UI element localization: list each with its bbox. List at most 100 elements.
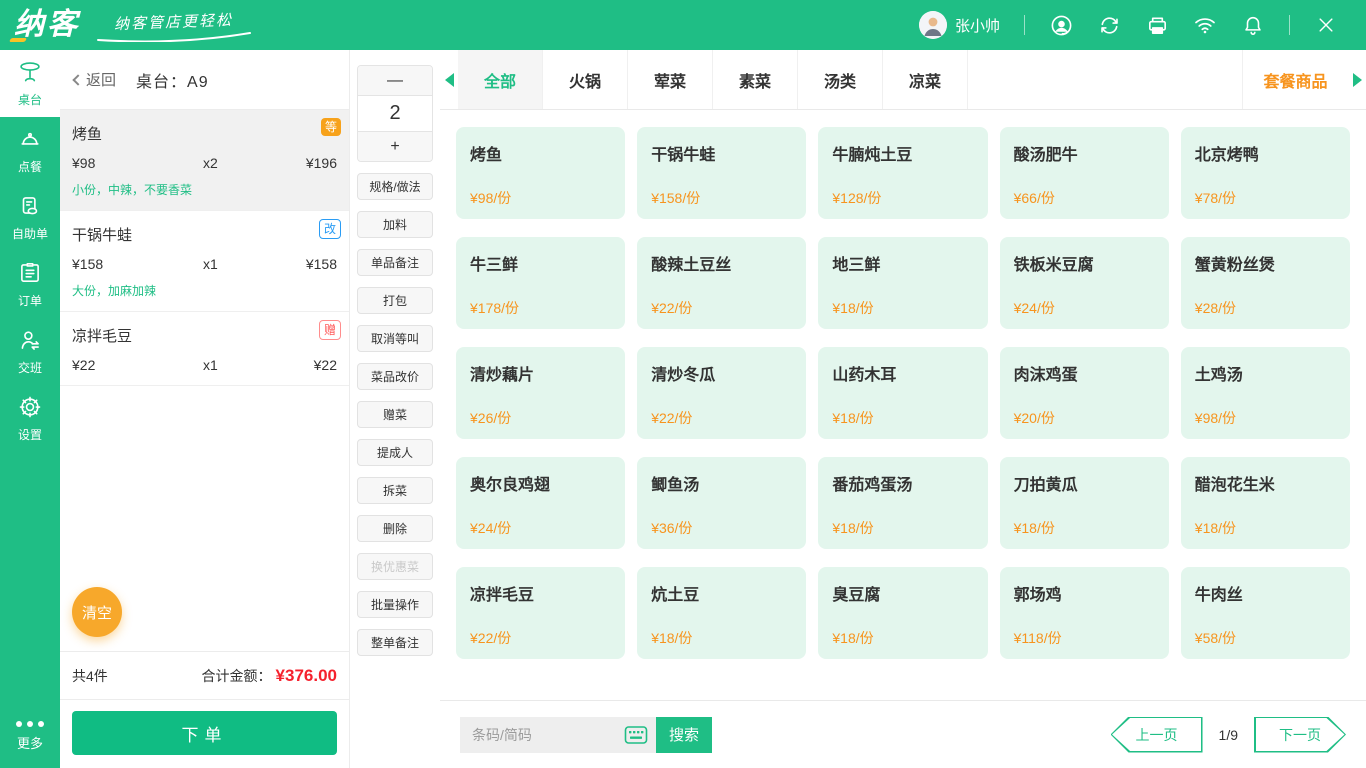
dish-card[interactable]: 凉拌毛豆 ¥22/份 (456, 567, 625, 659)
divider (1024, 15, 1025, 35)
bell-icon[interactable] (1241, 13, 1265, 37)
customer-service-icon[interactable] (1049, 13, 1073, 37)
tabs-scroll-left-button[interactable] (440, 50, 458, 109)
tabbar-spacer (968, 50, 1242, 109)
tab-cold-dish[interactable]: 凉菜 (883, 50, 968, 109)
place-order-button[interactable]: 下单 (72, 711, 337, 755)
order-item[interactable]: 烤鱼 等 ¥98 x2 ¥196 小份，中辣，不要香菜 (60, 110, 349, 211)
dish-name: 清炒藕片 (470, 361, 611, 385)
dish-card[interactable]: 醋泡花生米 ¥18/份 (1181, 457, 1350, 549)
dish-price: ¥36/份 (651, 518, 792, 538)
dish-card[interactable]: 牛肉丝 ¥58/份 (1181, 567, 1350, 659)
table-number: A9 (187, 74, 209, 91)
clear-button[interactable]: 清空 (72, 587, 122, 637)
swap-discount-dish-button: 换优惠菜 (357, 553, 433, 580)
dish-card[interactable]: 北京烤鸭 ¥78/份 (1181, 127, 1350, 219)
gift-dish-button[interactable]: 赠菜 (357, 401, 433, 428)
delete-button[interactable]: 删除 (357, 515, 433, 542)
dish-card[interactable]: 地三鲜 ¥18/份 (818, 237, 987, 329)
whole-order-remark-button[interactable]: 整单备注 (357, 629, 433, 656)
dish-card[interactable]: 酸辣土豆丝 ¥22/份 (637, 237, 806, 329)
dish-price: ¥26/份 (470, 408, 611, 428)
sidebar-item-order-food[interactable]: 点餐 (0, 117, 60, 184)
dish-name: 北京烤鸭 (1195, 141, 1336, 165)
sidebar-item-label: 设置 (18, 426, 42, 443)
dish-card[interactable]: 酸汤肥牛 ¥66/份 (1000, 127, 1169, 219)
triangle-right-icon (1353, 73, 1362, 87)
dish-card[interactable]: 肉沫鸡蛋 ¥20/份 (1000, 347, 1169, 439)
order-item-qty: x1 (203, 256, 273, 272)
search-button[interactable]: 搜索 (656, 717, 712, 753)
tab-all[interactable]: 全部 (458, 50, 543, 109)
cloche-icon (17, 126, 43, 155)
tab-hotpot[interactable]: 火锅 (543, 50, 628, 109)
dish-name: 烤鱼 (470, 141, 611, 165)
dish-card[interactable]: 烤鱼 ¥98/份 (456, 127, 625, 219)
close-icon[interactable] (1314, 13, 1338, 37)
dish-grid: 烤鱼 ¥98/份 干锅牛蛙 ¥158/份 牛腩炖土豆 ¥128/份 酸汤肥牛 ¥… (440, 110, 1366, 700)
takeout-button[interactable]: 打包 (357, 287, 433, 314)
dish-card[interactable]: 铁板米豆腐 ¥24/份 (1000, 237, 1169, 329)
spec-method-button[interactable]: 规格/做法 (357, 173, 433, 200)
dish-name: 郭场鸡 (1014, 581, 1155, 605)
order-list-icon (17, 260, 43, 289)
dish-price: ¥118/份 (1014, 628, 1155, 648)
split-dish-button[interactable]: 拆菜 (357, 477, 433, 504)
item-remark-button[interactable]: 单品备注 (357, 249, 433, 276)
dish-name: 刀拍黄瓜 (1014, 471, 1155, 495)
dish-card[interactable]: 牛三鲜 ¥178/份 (456, 237, 625, 329)
dish-card[interactable]: 臭豆腐 ¥18/份 (818, 567, 987, 659)
user-chip[interactable]: 张小帅 (919, 11, 1000, 39)
dish-card[interactable]: 炕土豆 ¥18/份 (637, 567, 806, 659)
sidebar-item-tables[interactable]: 桌台 (0, 50, 60, 117)
prev-page-button[interactable]: 上一页 (1111, 717, 1203, 753)
dish-card[interactable]: 清炒藕片 ¥26/份 (456, 347, 625, 439)
dish-card[interactable]: 牛腩炖土豆 ¥128/份 (818, 127, 987, 219)
sidebar-item-orders[interactable]: 订单 (0, 251, 60, 318)
tab-combo-products[interactable]: 套餐商品 (1242, 50, 1348, 109)
dish-price: ¥66/份 (1014, 188, 1155, 208)
sidebar-item-shift[interactable]: 交班 (0, 318, 60, 385)
back-button[interactable]: 返回 (74, 69, 116, 90)
tab-meat[interactable]: 荤菜 (628, 50, 713, 109)
dish-card[interactable]: 蟹黄粉丝煲 ¥28/份 (1181, 237, 1350, 329)
sidebar-item-more[interactable]: 更多 (0, 704, 60, 768)
dish-price: ¥78/份 (1195, 188, 1336, 208)
dish-card[interactable]: 鲫鱼汤 ¥36/份 (637, 457, 806, 549)
sync-icon[interactable] (1097, 13, 1121, 37)
dish-card[interactable]: 奥尔良鸡翅 ¥24/份 (456, 457, 625, 549)
sidebar-item-label: 自助单 (12, 225, 48, 242)
dish-price: ¥18/份 (832, 628, 973, 648)
sidebar-item-self-order[interactable]: 自助单 (0, 184, 60, 251)
dish-card[interactable]: 清炒冬瓜 ¥22/份 (637, 347, 806, 439)
cancel-wait-button[interactable]: 取消等叫 (357, 325, 433, 352)
dish-card[interactable]: 郭场鸡 ¥118/份 (1000, 567, 1169, 659)
tab-vegetable[interactable]: 素菜 (713, 50, 798, 109)
order-item[interactable]: 干锅牛蛙 改 ¥158 x1 ¥158 大份，加麻加辣 (60, 211, 349, 312)
dish-card[interactable]: 干锅牛蛙 ¥158/份 (637, 127, 806, 219)
add-ingredient-button[interactable]: 加料 (357, 211, 433, 238)
dish-card[interactable]: 刀拍黄瓜 ¥18/份 (1000, 457, 1169, 549)
dish-card[interactable]: 山药木耳 ¥18/份 (818, 347, 987, 439)
keyboard-icon[interactable] (624, 725, 648, 745)
tab-soup[interactable]: 汤类 (798, 50, 883, 109)
commission-person-button[interactable]: 提成人 (357, 439, 433, 466)
tabs-scroll-right-button[interactable] (1348, 50, 1366, 109)
self-order-icon (17, 193, 43, 222)
dish-card[interactable]: 土鸡汤 ¥98/份 (1181, 347, 1350, 439)
batch-operation-button[interactable]: 批量操作 (357, 591, 433, 618)
dish-card[interactable]: 番茄鸡蛋汤 ¥18/份 (818, 457, 987, 549)
printer-icon[interactable] (1145, 13, 1169, 37)
gift-badge: 赠 (319, 320, 341, 340)
order-item[interactable]: 凉拌毛豆 赠 ¥22 x1 ¥22 (60, 312, 349, 386)
top-bar: 纳客 纳客管店更轻松 张小帅 (0, 0, 1366, 50)
total-label: 合计金额： (202, 666, 272, 686)
dish-name: 凉拌毛豆 (470, 581, 611, 605)
sidebar-item-settings[interactable]: 设置 (0, 385, 60, 452)
next-page-button[interactable]: 下一页 (1254, 717, 1346, 753)
qty-minus-button[interactable]: — (358, 66, 432, 95)
qty-plus-button[interactable]: + (358, 132, 432, 161)
change-price-button[interactable]: 菜品改价 (357, 363, 433, 390)
wifi-icon[interactable] (1193, 13, 1217, 37)
order-panel-header: 返回 桌台：A9 (60, 50, 349, 110)
